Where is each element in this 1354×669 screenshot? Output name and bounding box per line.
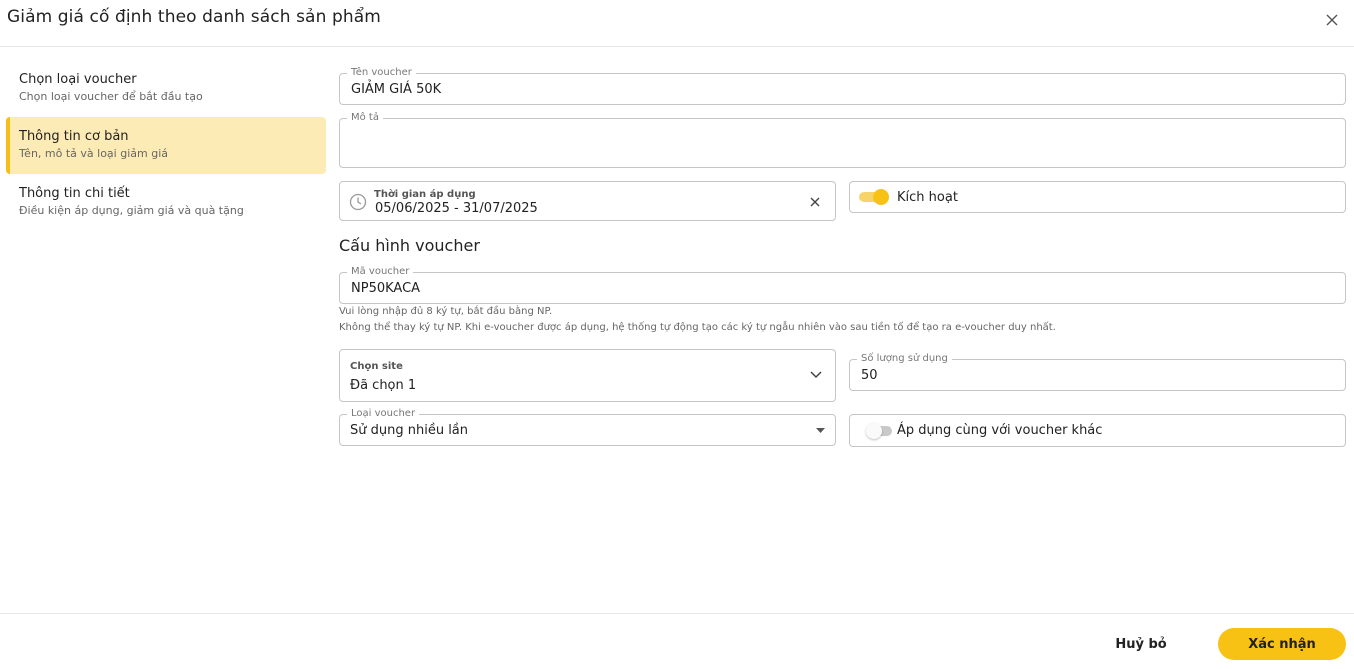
voucher-code-label: Mã voucher xyxy=(347,266,414,278)
voucher-type-value: Sử dụng nhiều lần xyxy=(350,423,469,438)
dialog-footer: Huỷ bỏ Xác nhận xyxy=(0,613,1354,669)
activate-label: Kích hoạt xyxy=(897,190,958,205)
voucher-code-hint-2: Không thể thay ký tự NP. Khi e-voucher đ… xyxy=(339,322,1056,333)
voucher-name-label: Tên voucher xyxy=(347,67,416,79)
voucher-type-select[interactable]: Loại voucher Sử dụng nhiều lần xyxy=(339,408,836,446)
activate-toggle-field: Kích hoạt xyxy=(849,181,1346,213)
usage-count-value: 50 xyxy=(861,368,878,383)
voucher-code-hint-1: Vui lòng nhập đủ 8 ký tự, bắt đầu bằng N… xyxy=(339,306,553,317)
voucher-type-label: Loại voucher xyxy=(347,408,420,420)
description-field[interactable]: Mô tả xyxy=(339,112,1346,168)
step-subtitle: Chọn loại voucher để bắt đầu tạo xyxy=(19,90,203,103)
close-button[interactable] xyxy=(1320,8,1344,32)
site-select[interactable]: Chọn site Đã chọn 1 xyxy=(339,349,836,402)
dialog-title: Giảm giá cố định theo danh sách sản phẩm xyxy=(7,7,381,27)
config-section-title: Cấu hình voucher xyxy=(339,236,480,255)
period-picker[interactable]: Thời gian áp dụng 05/06/2025 - 31/07/202… xyxy=(339,181,836,221)
caret-down-icon xyxy=(816,428,825,433)
chevron-down-icon xyxy=(810,371,822,379)
close-icon xyxy=(1326,14,1338,26)
confirm-button[interactable]: Xác nhận xyxy=(1218,628,1346,660)
voucher-code-field[interactable]: Mã voucher NP50KACA xyxy=(339,266,1346,304)
site-value: Đã chọn 1 xyxy=(350,378,417,393)
activate-toggle[interactable] xyxy=(859,188,891,206)
step-title: Chọn loại voucher xyxy=(19,72,137,87)
step-select-type[interactable]: Chọn loại voucher Chọn loại voucher để b… xyxy=(6,60,326,117)
combine-toggle-field: Áp dụng cùng với voucher khác xyxy=(849,414,1346,447)
description-label: Mô tả xyxy=(347,112,383,124)
voucher-name-field[interactable]: Tên voucher GIẢM GIÁ 50K xyxy=(339,67,1346,105)
cancel-button[interactable]: Huỷ bỏ xyxy=(1100,628,1182,660)
period-label: Thời gian áp dụng xyxy=(374,189,476,200)
voucher-code-value: NP50KACA xyxy=(351,281,421,296)
step-details[interactable]: Thông tin chi tiết Điều kiện áp dụng, gi… xyxy=(6,174,326,231)
stepper: Chọn loại voucher Chọn loại voucher để b… xyxy=(6,60,326,231)
period-value: 05/06/2025 - 31/07/2025 xyxy=(375,201,538,216)
voucher-name-value: GIẢM GIÁ 50K xyxy=(351,82,442,97)
step-basic-info[interactable]: Thông tin cơ bản Tên, mô tả và loại giảm… xyxy=(6,117,326,174)
usage-count-label: Số lượng sử dụng xyxy=(857,353,952,365)
combine-toggle[interactable] xyxy=(866,422,898,440)
clock-icon xyxy=(349,193,367,211)
dialog-header: Giảm giá cố định theo danh sách sản phẩm xyxy=(0,0,1354,47)
combine-label: Áp dụng cùng với voucher khác xyxy=(897,423,1103,438)
step-title: Thông tin chi tiết xyxy=(19,186,130,201)
step-title: Thông tin cơ bản xyxy=(19,129,129,144)
clear-icon[interactable] xyxy=(810,197,820,207)
step-subtitle: Tên, mô tả và loại giảm giá xyxy=(19,147,168,160)
site-label: Chọn site xyxy=(350,361,403,372)
step-subtitle: Điều kiện áp dụng, giảm giá và quà tặng xyxy=(19,204,244,217)
usage-count-field[interactable]: Số lượng sử dụng 50 xyxy=(849,353,1346,391)
